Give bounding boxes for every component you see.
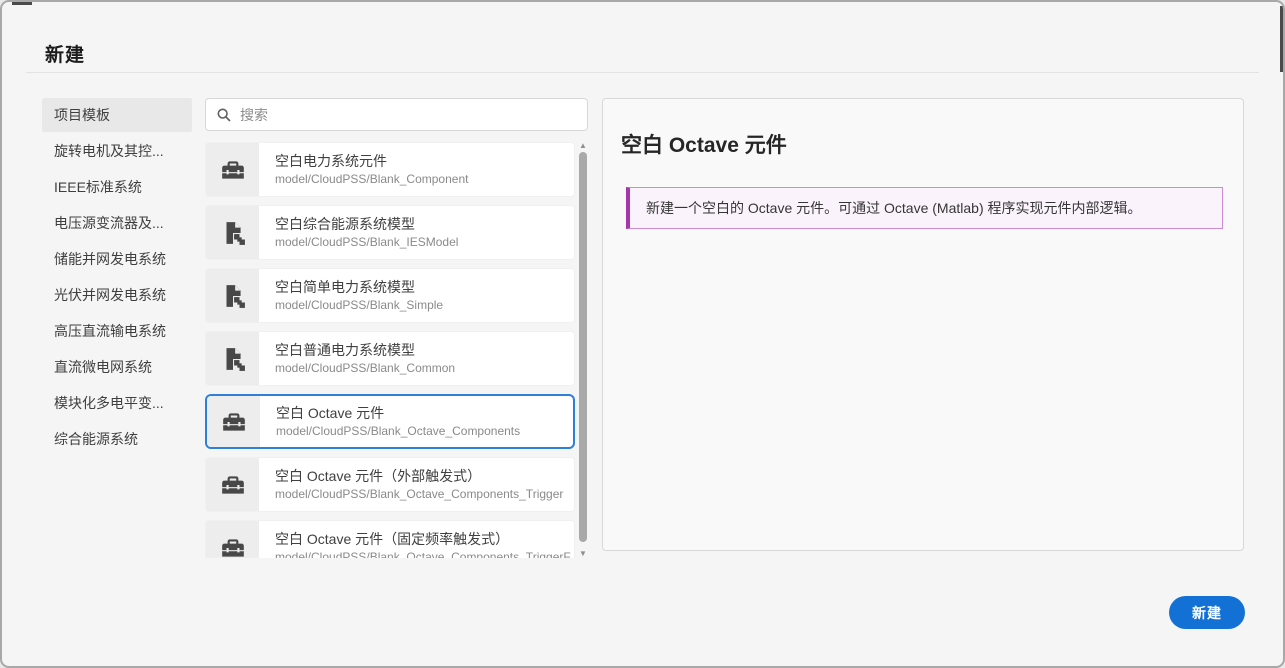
template-item-blank-component[interactable]: 空白电力系统元件 model/CloudPSS/Blank_Component	[205, 142, 575, 197]
window-edge-artifact	[12, 2, 32, 5]
template-title: 空白综合能源系统模型	[275, 215, 574, 234]
template-path: model/CloudPSS/Blank_Common	[275, 360, 574, 376]
scroll-up-icon[interactable]: ▲	[578, 142, 588, 150]
template-item-blank-iesmodel[interactable]: 空白综合能源系统模型 model/CloudPSS/Blank_IESModel	[205, 205, 575, 260]
template-path: model/CloudPSS/Blank_Octave_Components_T…	[275, 486, 574, 502]
model-file-icon	[206, 269, 259, 322]
sidebar-item-rotating-machines[interactable]: 旋转电机及其控...	[42, 134, 192, 168]
toolbox-icon	[206, 521, 259, 558]
detail-description-text: 新建一个空白的 Octave 元件。可通过 Octave (Matlab) 程序…	[646, 198, 1142, 218]
toolbox-icon	[206, 458, 259, 511]
list-scrollbar[interactable]: ▲ ▼	[578, 142, 588, 558]
template-item-blank-simple[interactable]: 空白简单电力系统模型 model/CloudPSS/Blank_Simple	[205, 268, 575, 323]
sidebar-item-storage-grid[interactable]: 储能并网发电系统	[42, 242, 192, 276]
template-title: 空白 Octave 元件	[276, 404, 573, 423]
model-file-icon	[206, 332, 259, 385]
template-path: model/CloudPSS/Blank_IESModel	[275, 234, 574, 250]
sidebar-item-hvdc[interactable]: 高压直流输电系统	[42, 314, 192, 348]
template-item-blank-common[interactable]: 空白普通电力系统模型 model/CloudPSS/Blank_Common	[205, 331, 575, 386]
sidebar-item-project-templates[interactable]: 项目模板	[42, 98, 192, 132]
sidebar-item-ies[interactable]: 综合能源系统	[42, 422, 192, 456]
template-item-blank-octave-trigger[interactable]: 空白 Octave 元件（外部触发式） model/CloudPSS/Blank…	[205, 457, 575, 512]
template-title: 空白电力系统元件	[275, 152, 574, 171]
search-box	[205, 98, 588, 131]
sidebar-item-vsc[interactable]: 电压源变流器及...	[42, 206, 192, 240]
template-title: 空白简单电力系统模型	[275, 278, 574, 297]
template-path: model/CloudPSS/Blank_Simple	[275, 297, 574, 313]
dialog-title: 新建	[45, 40, 85, 67]
detail-title: 空白 Octave 元件	[621, 129, 787, 159]
model-file-icon	[206, 206, 259, 259]
sidebar-item-ieee-standard[interactable]: IEEE标准系统	[42, 170, 192, 204]
toolbox-icon	[207, 396, 260, 447]
template-detail-panel: 空白 Octave 元件 新建一个空白的 Octave 元件。可通过 Octav…	[602, 98, 1244, 551]
header-divider	[26, 72, 1259, 73]
template-item-blank-octave-triggerfixed[interactable]: 空白 Octave 元件（固定频率触发式） model/CloudPSS/Bla…	[205, 520, 575, 558]
sidebar-item-dc-microgrid[interactable]: 直流微电网系统	[42, 350, 192, 384]
scrollbar-thumb[interactable]	[579, 152, 587, 542]
template-list: 空白电力系统元件 model/CloudPSS/Blank_Component …	[205, 142, 576, 558]
sidebar-item-pv-grid[interactable]: 光伏并网发电系统	[42, 278, 192, 312]
create-button[interactable]: 新建	[1169, 596, 1245, 629]
template-path: model/CloudPSS/Blank_Octave_Components	[276, 423, 573, 439]
template-title: 空白 Octave 元件（外部触发式）	[275, 467, 574, 486]
sidebar-item-mmc[interactable]: 模块化多电平变...	[42, 386, 192, 420]
toolbox-icon	[206, 143, 259, 196]
category-sidebar: 项目模板 旋转电机及其控... IEEE标准系统 电压源变流器及... 储能并网…	[42, 98, 192, 458]
new-project-dialog: 新建 项目模板 旋转电机及其控... IEEE标准系统 电压源变流器及... 储…	[0, 0, 1285, 668]
scroll-down-icon[interactable]: ▼	[578, 550, 588, 558]
detail-description-callout: 新建一个空白的 Octave 元件。可通过 Octave (Matlab) 程序…	[626, 187, 1223, 229]
window-edge-artifact	[1280, 6, 1283, 72]
template-title: 空白普通电力系统模型	[275, 341, 574, 360]
search-icon	[216, 107, 232, 123]
search-input[interactable]	[240, 107, 577, 123]
template-item-blank-octave[interactable]: 空白 Octave 元件 model/CloudPSS/Blank_Octave…	[205, 394, 575, 449]
template-path: model/CloudPSS/Blank_Component	[275, 171, 574, 187]
template-path: model/CloudPSS/Blank_Octave_Components_T…	[275, 549, 574, 558]
template-title: 空白 Octave 元件（固定频率触发式）	[275, 530, 574, 549]
